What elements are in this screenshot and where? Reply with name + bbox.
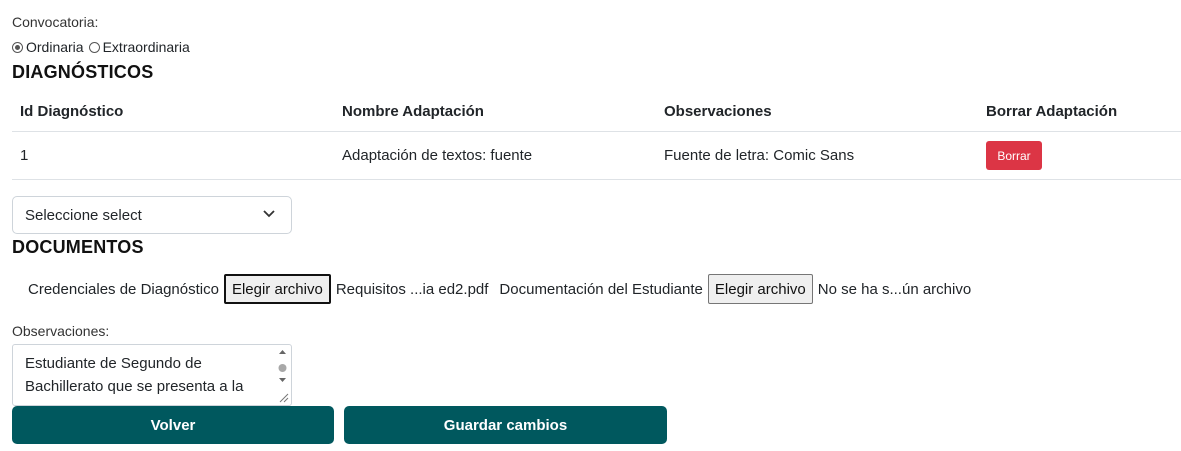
scrollbar[interactable] bbox=[275, 346, 290, 404]
volver-button[interactable]: Volver bbox=[12, 406, 334, 444]
file-label-documentacion: Documentación del Estudiante bbox=[499, 280, 703, 298]
cell-nombre: Adaptación de textos: fuente bbox=[334, 131, 656, 180]
radio-extraordinaria-label[interactable]: Extraordinaria bbox=[103, 39, 190, 55]
radio-ordinaria[interactable] bbox=[12, 41, 23, 53]
file-uploads-row: Credenciales de Diagnóstico Elegir archi… bbox=[28, 274, 971, 304]
radio-ordinaria-label[interactable]: Ordinaria bbox=[26, 39, 84, 55]
choose-file-button-credenciales[interactable]: Elegir archivo bbox=[223, 274, 331, 304]
file-name-documentacion: No se ha s...ún archivo bbox=[817, 280, 972, 298]
documentos-title: DOCUMENTOS bbox=[12, 237, 144, 257]
choose-file-button-documentacion[interactable]: Elegir archivo bbox=[707, 274, 813, 304]
file-name-credenciales: Requisitos ...ia ed2.pdf bbox=[335, 280, 489, 298]
cell-id: 1 bbox=[12, 131, 334, 180]
diagnosticos-table: Id Diagnóstico Nombre Adaptación Observa… bbox=[12, 92, 1181, 180]
cell-action: Borrar bbox=[978, 131, 1181, 180]
diagnosticos-title: DIAGNÓSTICOS bbox=[12, 62, 154, 82]
adaptacion-select[interactable]: Seleccione select bbox=[12, 196, 292, 234]
column-header-observaciones: Observaciones bbox=[656, 92, 978, 132]
radio-extraordinaria[interactable] bbox=[88, 41, 100, 53]
select-value: Seleccione select bbox=[25, 206, 142, 224]
borrar-button[interactable]: Borrar bbox=[986, 141, 1042, 170]
cell-observaciones: Fuente de letra: Comic Sans bbox=[656, 131, 978, 180]
table-header-row: Id Diagnóstico Nombre Adaptación Observa… bbox=[12, 92, 1181, 132]
observaciones-text: Estudiante de Segundo de Bachillerato qu… bbox=[25, 355, 244, 395]
observaciones-label: Observaciones: bbox=[12, 323, 110, 339]
table-row: 1 Adaptación de textos: fuente Fuente de… bbox=[12, 131, 1181, 180]
chevron-down-icon bbox=[263, 210, 275, 218]
column-header-nombre: Nombre Adaptación bbox=[334, 92, 656, 132]
column-header-borrar: Borrar Adaptación bbox=[978, 92, 1181, 132]
guardar-cambios-button[interactable]: Guardar cambios bbox=[344, 406, 667, 444]
convocatoria-label: Convocatoria: bbox=[12, 14, 99, 30]
file-label-credenciales: Credenciales de Diagnóstico bbox=[28, 280, 219, 298]
observaciones-textarea[interactable]: Estudiante de Segundo de Bachillerato qu… bbox=[12, 344, 292, 406]
column-header-id: Id Diagnóstico bbox=[12, 92, 334, 132]
convocatoria-radio-group: Ordinaria Extraordinaria bbox=[12, 39, 190, 55]
